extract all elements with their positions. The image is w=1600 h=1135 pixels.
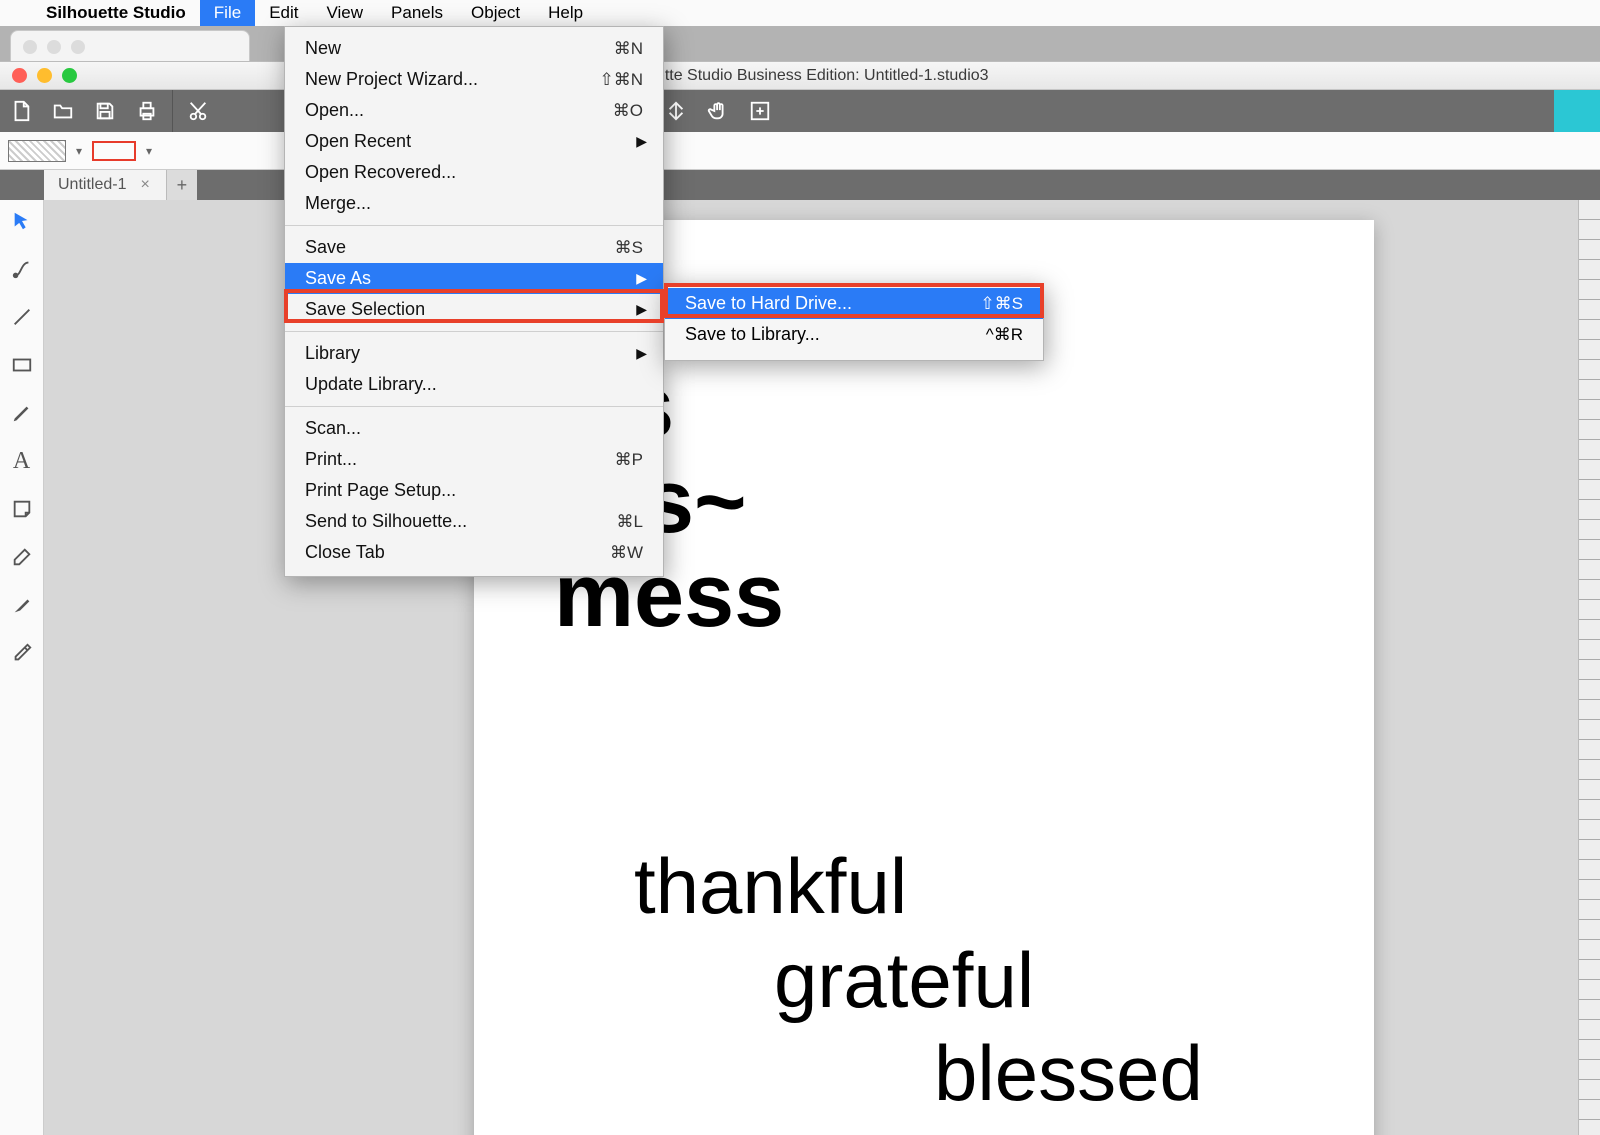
menu-item-new[interactable]: New⌘N [285,33,663,64]
save-icon[interactable] [84,90,126,132]
submenu-arrow-icon: ▶ [636,345,647,362]
fit-page-icon[interactable] [739,90,781,132]
eyedropper-tool-icon[interactable] [7,638,37,668]
document-tab-label: Untitled-1 [58,176,126,194]
submenu-item-save-to-hard-drive[interactable]: Save to Hard Drive...⇧⌘S [665,288,1043,319]
fill-swatch[interactable] [8,140,66,162]
window-minimize-button[interactable] [37,68,52,83]
menu-item-new-project-wizard[interactable]: New Project Wizard...⇧⌘N [285,64,663,95]
right-panel-tab[interactable] [1554,90,1600,132]
main-toolbar [0,90,1600,132]
cut-icon[interactable] [177,90,219,132]
app-name[interactable]: Silhouette Studio [32,3,200,23]
save-as-submenu: Save to Hard Drive...⇧⌘S Save to Library… [664,283,1044,361]
menu-item-print[interactable]: Print...⌘P [285,444,663,475]
window-title: Silhouette Studio Business Edition: Unti… [611,67,988,85]
open-folder-icon[interactable] [42,90,84,132]
menu-edit[interactable]: Edit [255,0,312,26]
line-swatch[interactable] [92,141,136,161]
menu-item-save[interactable]: Save⌘S [285,232,663,263]
menu-item-library[interactable]: Library▶ [285,338,663,369]
eraser-tool-icon[interactable] [7,542,37,572]
menu-item-send-to-silhouette[interactable]: Send to Silhouette...⌘L [285,506,663,537]
menu-item-save-as[interactable]: Save As▶ [285,263,663,294]
menu-item-open[interactable]: Open...⌘O [285,95,663,126]
file-menu-dropdown: New⌘N New Project Wizard...⇧⌘N Open...⌘O… [284,26,664,577]
edit-points-tool-icon[interactable] [7,254,37,284]
menu-item-save-selection[interactable]: Save Selection▶ [285,294,663,325]
macos-menubar: Silhouette Studio File Edit View Panels … [0,0,1600,26]
pan-hand-icon[interactable] [697,90,739,132]
background-window [10,30,250,64]
menu-item-open-recent[interactable]: Open Recent▶ [285,126,663,157]
menu-item-scan[interactable]: Scan... [285,413,663,444]
submenu-arrow-icon: ▶ [636,133,647,150]
knife-tool-icon[interactable] [7,590,37,620]
draw-tool-icon[interactable] [7,398,37,428]
menu-file[interactable]: File [200,0,255,26]
menu-item-merge[interactable]: Merge... [285,188,663,219]
add-tab-button[interactable]: + [167,170,197,200]
document-tab[interactable]: Untitled-1 × [44,170,167,200]
menu-view[interactable]: View [312,0,377,26]
print-icon[interactable] [126,90,168,132]
options-bar: ▾ ▾ [0,132,1600,170]
menu-item-close-tab[interactable]: Close Tab⌘W [285,537,663,568]
document-tabs: Untitled-1 × + [0,170,1600,200]
menu-object[interactable]: Object [457,0,534,26]
rectangle-tool-icon[interactable] [7,350,37,380]
submenu-item-save-to-library[interactable]: Save to Library...^⌘R [665,319,1043,350]
submenu-arrow-icon: ▶ [636,301,647,318]
menu-item-update-library[interactable]: Update Library... [285,369,663,400]
menu-panels[interactable]: Panels [377,0,457,26]
menu-item-print-page-setup[interactable]: Print Page Setup... [285,475,663,506]
artwork-thankful-grateful-blessed: thankful grateful blessed [634,840,1203,1121]
left-tool-strip: A [0,200,44,1135]
window-zoom-button[interactable] [62,68,77,83]
new-file-icon[interactable] [0,90,42,132]
menu-item-open-recovered[interactable]: Open Recovered... [285,157,663,188]
line-tool-icon[interactable] [7,302,37,332]
line-dropdown-icon[interactable]: ▾ [146,144,152,158]
submenu-arrow-icon: ▶ [636,270,647,287]
menu-help[interactable]: Help [534,0,597,26]
vertical-ruler [1578,200,1600,1135]
select-tool-icon[interactable] [7,206,37,236]
note-tool-icon[interactable] [7,494,37,524]
window-close-button[interactable] [12,68,27,83]
close-tab-icon[interactable]: × [140,176,149,194]
text-tool-icon[interactable]: A [7,446,37,476]
window-titlebar: Silhouette Studio Business Edition: Unti… [0,62,1600,90]
fill-dropdown-icon[interactable]: ▾ [76,144,82,158]
app-window: Silhouette Studio Business Edition: Unti… [0,62,1600,1135]
